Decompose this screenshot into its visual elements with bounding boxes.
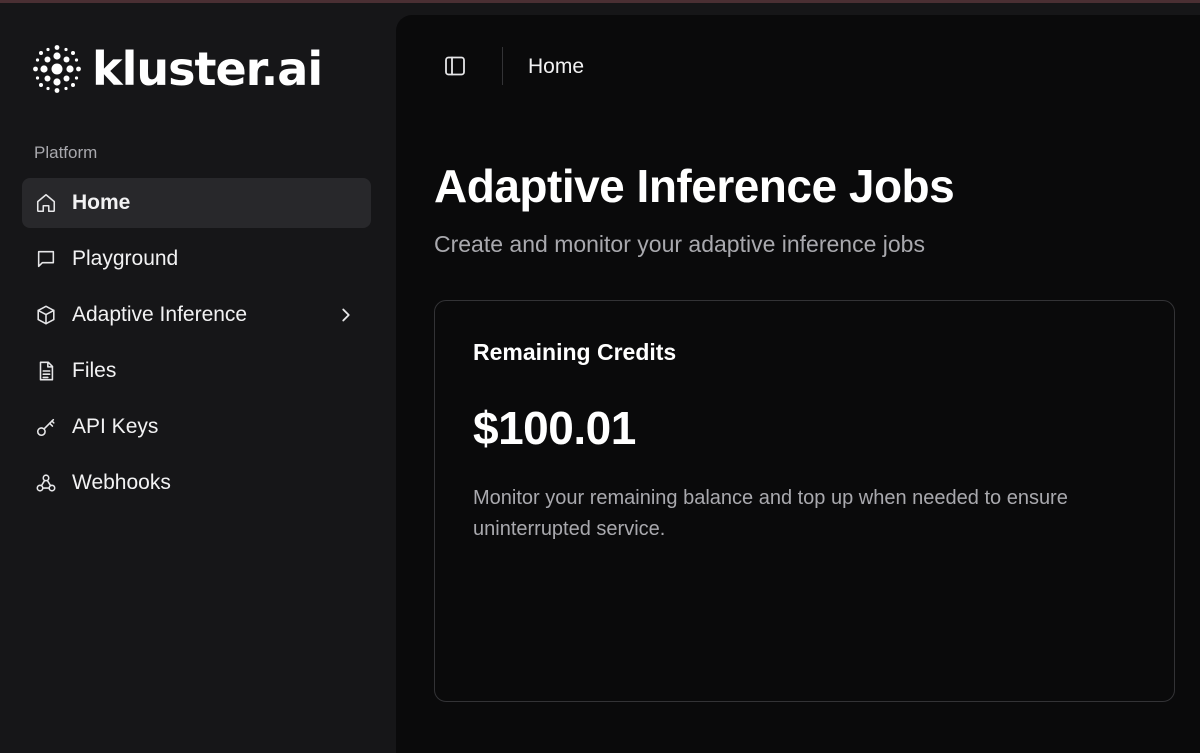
sidebar-item-label: Files <box>72 359 117 382</box>
sidebar-item-adaptive-inference[interactable]: Adaptive Inference <box>22 290 371 340</box>
app-shell: kluster.ai Platform Home Playground Adap… <box>0 3 1200 753</box>
kluster-logo-icon <box>33 45 81 93</box>
sidebar-item-label: Home <box>72 191 131 214</box>
file-icon <box>34 359 58 383</box>
sidebar-item-home[interactable]: Home <box>22 178 371 228</box>
credits-value: $100.01 <box>473 402 636 454</box>
chat-icon <box>34 247 58 271</box>
sidebar: kluster.ai Platform Home Playground Adap… <box>0 3 396 753</box>
page-title: Adaptive Inference Jobs <box>434 160 955 212</box>
breadcrumb: Home <box>528 55 585 78</box>
key-icon <box>34 415 58 439</box>
home-icon <box>34 191 58 215</box>
topbar: Home <box>396 15 1200 115</box>
sidebar-item-label: Playground <box>72 247 179 270</box>
card-title: Remaining Credits <box>473 339 677 365</box>
main-panel: Home Adaptive Inference Jobs Create and … <box>396 15 1200 753</box>
brand-name: kluster.ai <box>92 42 323 96</box>
sidebar-toggle-icon <box>445 56 465 76</box>
sidebar-item-webhooks[interactable]: Webhooks <box>22 458 371 508</box>
sidebar-item-playground[interactable]: Playground <box>22 234 371 284</box>
sidebar-item-api-keys[interactable]: API Keys <box>22 402 371 452</box>
sidebar-toggle-button[interactable] <box>440 51 470 81</box>
chevron-right-icon[interactable] <box>335 304 357 326</box>
sidebar-section-label: Platform <box>34 143 98 162</box>
sidebar-item-label: Adaptive Inference <box>72 303 248 326</box>
sidebar-item-label: API Keys <box>72 415 159 438</box>
cube-icon <box>34 303 58 327</box>
sidebar-item-files[interactable]: Files <box>22 346 371 396</box>
brand-logo[interactable]: kluster.ai <box>32 39 323 99</box>
card-description: Monitor your remaining balance and top u… <box>473 487 1068 540</box>
topbar-divider <box>502 47 503 85</box>
webhook-icon <box>34 471 58 495</box>
page-subtitle: Create and monitor your adaptive inferen… <box>434 231 925 257</box>
sidebar-nav: Home Playground Adaptive Inference Files… <box>22 178 371 514</box>
sidebar-item-label: Webhooks <box>72 471 171 494</box>
remaining-credits-card: Remaining Credits $100.01 Monitor your r… <box>434 300 1175 702</box>
